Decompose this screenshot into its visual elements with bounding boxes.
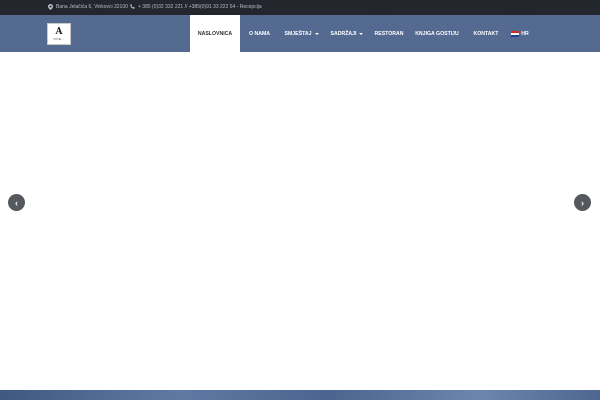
- logo-mark: A: [55, 26, 63, 37]
- slider-next-button[interactable]: ›: [574, 194, 591, 211]
- menu-label: NASLOVNICA: [197, 30, 233, 37]
- menu-item-restoran[interactable]: RESTORAN: [370, 15, 408, 52]
- caret-down-icon: [314, 33, 319, 35]
- menu-item-knjiga-gostiju[interactable]: KNJIGA GOSTIJU: [408, 15, 466, 52]
- menu-label: O NAMA: [248, 30, 271, 37]
- main-menu: NASLOVNICA O NAMA SMJEŠTAJ SADRŽAJI REST…: [190, 15, 534, 52]
- address-text: Bana Jelačića 6, Vinkovci 32100: [56, 4, 128, 10]
- caret-down-icon: [359, 33, 364, 35]
- phone-info: + 385 (0)32 332 221 // +385(0)91 33 222 …: [130, 4, 262, 10]
- phone-text: + 385 (0)32 332 221 // +385(0)91 33 222 …: [138, 4, 262, 10]
- language-label: HR: [521, 30, 529, 37]
- menu-item-smjestaj[interactable]: SMJEŠTAJ: [279, 15, 324, 52]
- map-pin-icon: [48, 4, 53, 10]
- menu-item-kontakt[interactable]: KONTAKT: [466, 15, 506, 52]
- chevron-right-icon: ›: [581, 197, 584, 208]
- menu-label: SMJEŠTAJ: [284, 30, 312, 37]
- logo-text: HOTEL ...: [53, 37, 65, 41]
- menu-item-naslovnica[interactable]: NASLOVNICA: [190, 15, 240, 52]
- menu-label: KONTAKT: [473, 30, 499, 37]
- language-selector[interactable]: HR: [506, 15, 534, 52]
- phone-icon: [130, 4, 135, 10]
- address-info: Bana Jelačića 6, Vinkovci 32100: [48, 4, 128, 10]
- hotel-logo[interactable]: A HOTEL ...: [47, 23, 71, 45]
- chevron-left-icon: ‹: [15, 197, 18, 208]
- menu-item-sadrzaji[interactable]: SADRŽAJI: [324, 15, 370, 52]
- menu-label: KNJIGA GOSTIJU: [415, 30, 459, 37]
- main-navbar: A HOTEL ... NASLOVNICA O NAMA SMJEŠTAJ S…: [0, 15, 600, 52]
- menu-label: SADRŽAJI: [330, 30, 357, 37]
- menu-label: RESTORAN: [374, 30, 404, 37]
- top-info-bar: Bana Jelačića 6, Vinkovci 32100 + 385 (0…: [0, 0, 600, 15]
- menu-item-o-nama[interactable]: O NAMA: [240, 15, 279, 52]
- croatian-flag-icon: [511, 30, 520, 37]
- hero-slider: [0, 52, 600, 390]
- next-section-strip: [0, 390, 600, 400]
- slider-prev-button[interactable]: ‹: [8, 194, 25, 211]
